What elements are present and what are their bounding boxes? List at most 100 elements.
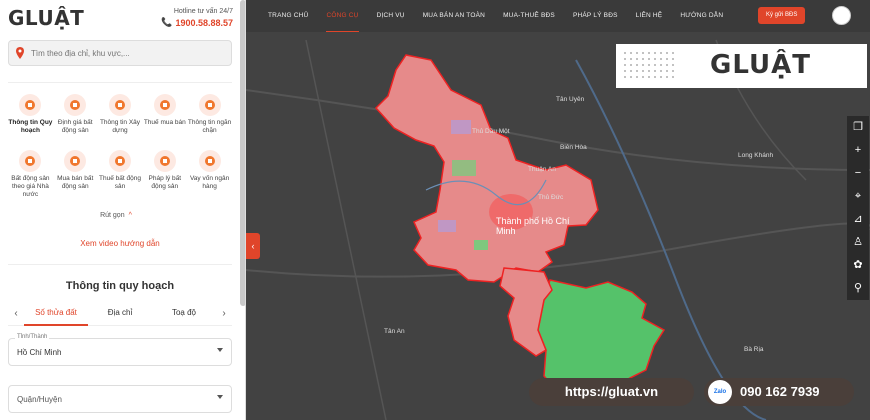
map-view[interactable]: Tân Uyên Thủ Dầu Một Biên Hòa Long Khánh… xyxy=(246,0,870,420)
district-select[interactable]: Quận/Huyện xyxy=(8,385,232,413)
map-label-long-khanh: Long Khánh xyxy=(738,152,774,159)
dot-pattern xyxy=(622,50,674,80)
lookup-tabs: ‹ Số thửa đất Địa chỉ Toạ độ › xyxy=(8,302,232,326)
chevron-right-icon[interactable]: › xyxy=(216,308,232,319)
brand-logo-text: GLUẬT xyxy=(710,50,811,80)
logo-text: GLUẬT xyxy=(8,6,85,30)
nav-item[interactable]: TRANG CHỦ xyxy=(268,0,308,32)
tool-label: Thuế bất động sản xyxy=(99,175,141,190)
tool-label: Thông tin Quy hoạch xyxy=(8,119,53,134)
nav-item[interactable]: MUA BÁN AN TOÀN xyxy=(423,0,485,32)
tool-item[interactable]: Định giá bất động sản xyxy=(53,94,98,146)
house-tax-icon xyxy=(108,150,131,172)
sidebar: GLUẬT Hotline tư vấn 24/7 📞 1900.58.88.5… xyxy=(0,0,246,420)
ruler-icon[interactable]: ⊿ xyxy=(847,208,869,231)
website-banner[interactable]: https://gluat.vn xyxy=(529,378,694,406)
chevron-up-icon: ^ xyxy=(128,212,132,219)
tab-address[interactable]: Địa chỉ xyxy=(88,302,152,326)
map-label-tan-an: Tân An xyxy=(384,328,405,335)
tool-label: Pháp lý bất động sản xyxy=(148,175,182,190)
collapse-label: Rút gọn xyxy=(100,212,125,219)
zoom-out-icon[interactable]: − xyxy=(847,162,869,185)
chevron-down-icon xyxy=(217,395,223,399)
shield-icon xyxy=(198,94,221,116)
map-label-thu-dau-mot: Thủ Dầu Một xyxy=(472,128,510,135)
tool-label: Định giá bất động sản xyxy=(57,119,93,134)
nav-item[interactable]: MUA-THUÊ BĐS xyxy=(503,0,555,32)
section-title: Thông tin quy hoạch xyxy=(65,280,175,292)
scales-icon xyxy=(153,150,176,172)
video-guide-link[interactable]: Xem video hướng dẫn xyxy=(0,239,240,248)
brand-banner: GLUẬT xyxy=(616,44,867,88)
province-label: Tỉnh/Thành xyxy=(15,334,50,340)
map-label-thuan-an: Thuận An xyxy=(528,166,556,173)
location-icon[interactable]: ⌖ xyxy=(847,185,869,208)
tool-label: Vay vốn ngân hàng xyxy=(189,175,230,190)
chevron-left-icon[interactable]: ‹ xyxy=(8,308,24,319)
nav-item[interactable]: LIÊN HỆ xyxy=(636,0,663,32)
top-navigation: TRANG CHỦ CÔNG CỤ DỊCH VỤ MUA BÁN AN TOÀN MU… xyxy=(246,0,870,32)
phone-banner[interactable]: Zalo 090 162 7939 xyxy=(704,378,854,406)
chevron-down-icon xyxy=(217,348,223,352)
map-label-bien-hoa: Biên Hòa xyxy=(560,144,587,151)
nav-item[interactable]: HƯỚNG DẪN xyxy=(680,0,723,32)
search-input[interactable] xyxy=(31,48,221,58)
province-select[interactable]: Tỉnh/Thành Hồ Chí Minh xyxy=(8,334,232,366)
location-pin-icon xyxy=(16,47,24,59)
hotline-number: 1900.58.88.57 xyxy=(175,17,233,28)
bank-icon xyxy=(198,150,221,172)
layers-icon[interactable]: ❐ xyxy=(847,116,869,139)
tool-item[interactable]: Thông tin ngăn chặn xyxy=(187,94,232,146)
nav-item[interactable]: PHÁP LÝ BĐS xyxy=(573,0,618,32)
logo[interactable]: GLUẬT xyxy=(8,6,84,30)
hotline-number-row[interactable]: 📞 1900.58.88.57 xyxy=(161,17,233,28)
tool-item[interactable]: Bất động sản theo giá Nhà nước xyxy=(8,150,53,202)
street-view-icon[interactable]: ♙ xyxy=(847,231,869,254)
district-placeholder: Quận/Huyện xyxy=(17,394,62,404)
province-value: Hồ Chí Minh xyxy=(17,347,62,357)
map-controls: ❐ + − ⌖ ⊿ ♙ ✿ ⚲ xyxy=(847,116,869,300)
divider xyxy=(8,82,232,83)
tool-item[interactable]: Thuế bất động sản xyxy=(98,150,143,202)
tab-parcel-number[interactable]: Số thửa đất xyxy=(24,302,88,326)
map-label-city: Thành phố Hồ Chí Minh xyxy=(496,216,570,236)
phone-icon: 📞 xyxy=(161,17,173,27)
user-avatar-icon[interactable] xyxy=(832,6,851,25)
building-icon xyxy=(108,94,131,116)
pin-icon[interactable]: ⚲ xyxy=(847,277,869,300)
tool-item[interactable]: Pháp lý bất động sản xyxy=(142,150,187,202)
sidebar-collapse-handle[interactable]: ‹ xyxy=(246,233,260,259)
map-label-tan-uyen: Tân Uyên xyxy=(556,96,585,103)
tool-item[interactable]: Thuế mua bán xyxy=(142,94,187,146)
tool-label: Thuế mua bán xyxy=(143,119,186,126)
search-box[interactable] xyxy=(8,40,232,66)
dollar-bag-icon xyxy=(64,150,87,172)
zalo-icon: Zalo xyxy=(708,380,732,404)
coins-icon xyxy=(19,150,42,172)
tool-label: Thông tin ngăn chặn xyxy=(187,119,232,134)
tab-coordinates[interactable]: Toạ độ xyxy=(152,302,216,326)
phone-number: 090 162 7939 xyxy=(740,384,820,399)
collapse-toggle[interactable]: Rút gọn ^ xyxy=(0,212,232,219)
palette-icon[interactable]: ✿ xyxy=(847,254,869,277)
money-bag-icon xyxy=(64,94,87,116)
nav-item[interactable]: DỊCH VỤ xyxy=(377,0,405,32)
tool-item[interactable]: Thông tin Quy hoạch xyxy=(8,94,53,146)
post-property-button[interactable]: Ký gửi BĐS xyxy=(758,7,806,24)
divider xyxy=(8,264,232,265)
tool-item[interactable]: Mua bán bất động sản xyxy=(53,150,98,202)
hotline-label: Hotline tư vấn 24/7 xyxy=(173,8,233,15)
tool-label: Thông tin Xây dựng xyxy=(99,119,141,134)
tool-grid: Thông tin Quy hoạch Định giá bất động sản… xyxy=(8,94,232,202)
map-label-thu-duc: Thủ Đức xyxy=(538,194,564,201)
tool-item[interactable]: Thông tin Xây dựng xyxy=(98,94,143,146)
hotline: Hotline tư vấn 24/7 📞 1900.58.88.57 xyxy=(161,8,233,28)
tool-item[interactable]: Vay vốn ngân hàng xyxy=(187,150,232,202)
tool-label: Bất động sản theo giá Nhà nước xyxy=(11,175,50,198)
nav-item[interactable]: CÔNG CỤ xyxy=(326,0,359,32)
tax-document-icon xyxy=(153,94,176,116)
map-label-ba-ria: Bà Rịa xyxy=(744,346,764,353)
zoom-in-icon[interactable]: + xyxy=(847,139,869,162)
map-pin-icon xyxy=(19,94,42,116)
tool-label: Mua bán bất động sản xyxy=(57,175,94,190)
